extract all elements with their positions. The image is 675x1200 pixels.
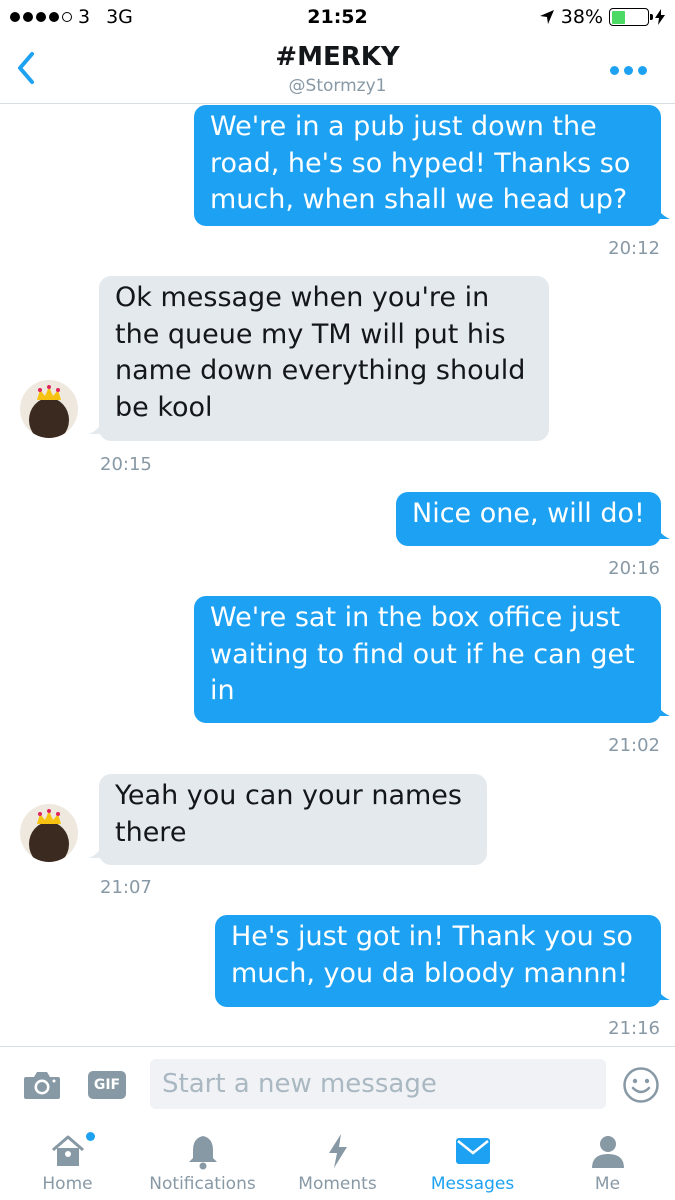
- message-bubble-sent[interactable]: We're in a pub just down the road, he's …: [194, 105, 661, 226]
- home-badge: [86, 1132, 95, 1141]
- location-arrow-icon: [539, 10, 554, 24]
- message-text: We're sat in the box office just waiting…: [210, 602, 635, 706]
- tab-messages[interactable]: Messages: [405, 1124, 540, 1200]
- person-icon: [591, 1136, 624, 1168]
- message-text: He's just got in! Thank you so much, you…: [231, 921, 633, 989]
- battery-icon: [609, 8, 653, 26]
- message-timestamp: 21:16: [608, 1018, 660, 1039]
- avatar[interactable]: [20, 380, 78, 438]
- avatar[interactable]: [20, 804, 78, 862]
- more-options-button[interactable]: [610, 66, 647, 75]
- message-timestamp: 20:15: [100, 454, 152, 475]
- camera-button[interactable]: [22, 1069, 62, 1101]
- emoji-button[interactable]: [622, 1066, 660, 1104]
- status-bar: 3 3G 21:52 38%: [0, 0, 675, 34]
- message-text: We're in a pub just down the road, he's …: [210, 111, 631, 215]
- camera-icon: [24, 1072, 60, 1099]
- message-bubble-received[interactable]: Ok message when you're in the queue my T…: [99, 276, 549, 441]
- home-icon: [51, 1135, 84, 1166]
- tab-moments[interactable]: Moments: [270, 1124, 405, 1200]
- tab-bar: Home Notifications Moments Messages Me: [0, 1124, 675, 1200]
- message-text: Yeah you can your names there: [115, 780, 462, 848]
- charging-bolt-icon: [655, 9, 665, 25]
- bubble-tail: [656, 986, 670, 1000]
- message-timestamp: 20:12: [608, 238, 660, 259]
- bubble-tail: [656, 702, 670, 716]
- bell-icon: [188, 1136, 217, 1170]
- status-right: 38%: [539, 6, 665, 28]
- bubble-tail: [89, 420, 103, 434]
- conversation-header: #MERKY @Stormzy1: [0, 34, 675, 104]
- message-text: Ok message when you're in the queue my T…: [115, 282, 526, 423]
- message-bubble-sent[interactable]: He's just got in! Thank you so much, you…: [215, 915, 661, 1007]
- tab-home[interactable]: Home: [0, 1124, 135, 1200]
- message-bubble-received[interactable]: Yeah you can your names there: [99, 774, 487, 865]
- message-text: Nice one, will do!: [412, 498, 645, 529]
- lightning-icon: [328, 1134, 347, 1168]
- gif-button[interactable]: GIF: [88, 1071, 126, 1099]
- envelope-icon: [455, 1138, 490, 1164]
- message-bubble-sent[interactable]: We're sat in the box office just waiting…: [194, 596, 661, 723]
- message-input[interactable]: [150, 1059, 606, 1109]
- bubble-tail: [656, 525, 670, 539]
- conversation-title: #MERKY: [275, 42, 400, 72]
- tab-me[interactable]: Me: [540, 1124, 675, 1200]
- message-timestamp: 21:02: [608, 735, 660, 756]
- message-composer: GIF: [0, 1046, 675, 1124]
- battery-percent: 38%: [560, 6, 603, 28]
- message-timestamp: 20:16: [608, 558, 660, 579]
- bubble-tail: [89, 844, 103, 858]
- message-list[interactable]: We're in a pub just down the road, he's …: [0, 105, 675, 1045]
- more-dots-icon: [610, 66, 619, 75]
- bubble-tail: [656, 205, 670, 219]
- conversation-handle: @Stormzy1: [288, 76, 387, 96]
- emoji-icon: [623, 1067, 659, 1103]
- message-timestamp: 21:07: [100, 877, 152, 898]
- message-bubble-sent[interactable]: Nice one, will do!: [396, 492, 661, 546]
- tab-notifications[interactable]: Notifications: [135, 1124, 270, 1200]
